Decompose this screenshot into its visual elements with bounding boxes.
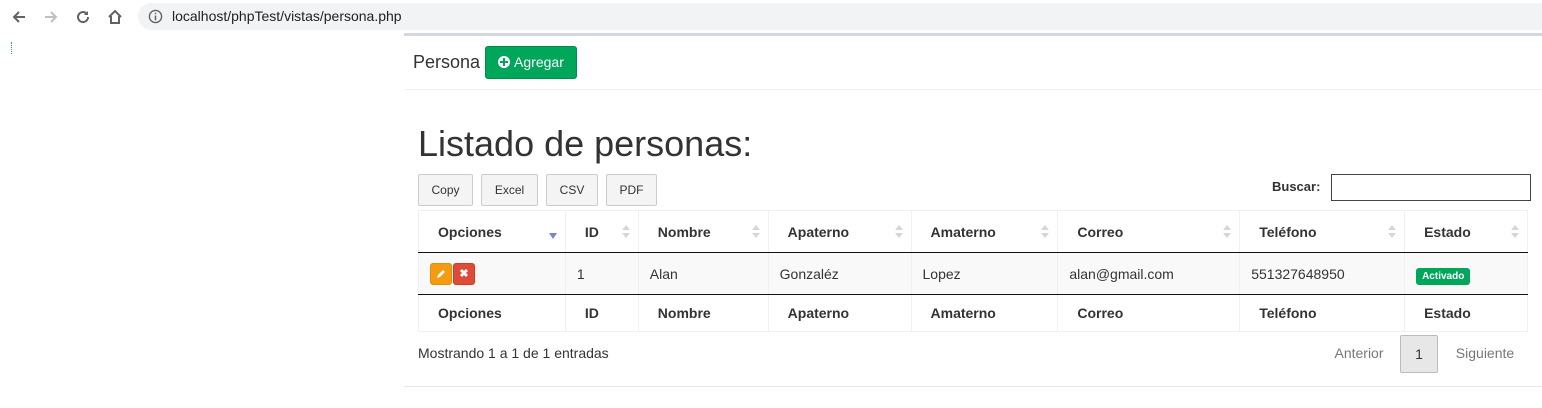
column-header-opciones[interactable]: Opciones (418, 210, 566, 253)
browser-toolbar: localhost/phpTest/vistas/persona.php (0, 0, 1542, 33)
search-label: Buscar: (1272, 179, 1321, 194)
cell-apaterno: Gonzaléz (767, 252, 912, 295)
sort-icon (1388, 225, 1397, 239)
table-row: ✖ 1 Alan Gonzaléz Lopez alan@gmail.com 5… (418, 252, 1528, 295)
sort-icon (1223, 225, 1232, 239)
plus-circle-icon (498, 56, 511, 68)
cell-nombre: Alan (637, 252, 769, 295)
footer-amaterno: Amaterno (910, 294, 1059, 332)
footer-opciones: Opciones (418, 294, 566, 332)
divider (404, 89, 1542, 90)
column-header-nombre[interactable]: Nombre (637, 210, 769, 253)
table-footer-row: Opciones ID Nombre Apaterno Amaterno Cor… (418, 294, 1528, 332)
sidebar-edge (11, 42, 13, 54)
cell-id: 1 (564, 252, 639, 295)
box-title: Persona (413, 51, 481, 72)
delete-icon[interactable]: ✖ (453, 262, 475, 285)
cell-amaterno: Lopez (910, 252, 1059, 295)
sort-icon (894, 225, 903, 239)
sort-icon (621, 225, 630, 239)
header-top-border (404, 33, 1542, 36)
column-header-apaterno[interactable]: Apaterno (767, 210, 912, 253)
sort-icon (1041, 225, 1050, 239)
cell-opciones: ✖ (418, 252, 566, 295)
footer-correo: Correo (1057, 294, 1241, 332)
add-button-label: Agregar (514, 54, 564, 70)
column-header-correo[interactable]: Correo (1057, 210, 1241, 253)
sort-desc-icon (548, 233, 557, 239)
footer-telefono: Teléfono (1239, 294, 1406, 332)
footer-nombre: Nombre (637, 294, 769, 332)
next-page-button[interactable]: Siguiente (1444, 335, 1526, 371)
reload-icon[interactable] (72, 6, 94, 28)
box-bottom-border (404, 386, 1542, 387)
cell-telefono: 551327648950 (1239, 252, 1406, 295)
edit-icon[interactable] (430, 262, 452, 285)
home-icon[interactable] (104, 6, 126, 28)
box-header: Persona Agregar (413, 45, 577, 79)
table-header-row: Opciones ID Nombre Apaterno Amaterno Cor… (418, 210, 1528, 253)
column-header-estado[interactable]: Estado (1404, 210, 1528, 253)
copy-button[interactable]: Copy (418, 174, 473, 206)
page-1-button[interactable]: 1 (1400, 335, 1438, 373)
info-icon[interactable] (148, 9, 163, 29)
column-header-id[interactable]: ID (564, 210, 639, 253)
url-text[interactable]: localhost/phpTest/vistas/persona.php (172, 8, 402, 24)
column-header-amaterno[interactable]: Amaterno (910, 210, 1059, 253)
sort-icon (1511, 225, 1519, 239)
pdf-button[interactable]: PDF (606, 174, 657, 206)
back-icon[interactable] (8, 6, 30, 28)
excel-button[interactable]: Excel (481, 174, 538, 206)
cell-correo: alan@gmail.com (1057, 252, 1241, 295)
search-input[interactable] (1331, 174, 1531, 201)
previous-page-button[interactable]: Anterior (1322, 335, 1396, 371)
forward-icon[interactable] (40, 6, 62, 28)
footer-estado: Estado (1404, 294, 1528, 332)
csv-button[interactable]: CSV (546, 174, 598, 206)
column-header-telefono[interactable]: Teléfono (1239, 210, 1406, 253)
footer-apaterno: Apaterno (767, 294, 912, 332)
status-badge: Activado (1416, 267, 1471, 285)
footer-id: ID (564, 294, 639, 332)
add-button[interactable]: Agregar (485, 45, 577, 79)
address-bar[interactable]: localhost/phpTest/vistas/persona.php (138, 3, 1542, 30)
table-info: Mostrando 1 a 1 de 1 entradas (418, 345, 609, 361)
cell-estado: Activado (1404, 252, 1528, 295)
sort-icon (751, 225, 760, 239)
page-title: Listado de personas: (418, 123, 753, 164)
persons-table: Opciones ID Nombre Apaterno Amaterno Cor… (418, 210, 1528, 332)
